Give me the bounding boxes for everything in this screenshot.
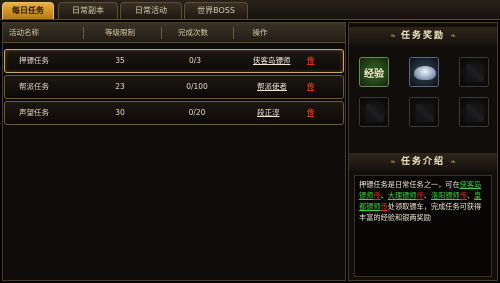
- npc-link[interactable]: 大理镖师: [388, 191, 417, 200]
- intro-header: ❧ 任务介绍 ❧: [349, 153, 497, 171]
- task-level: 30: [115, 108, 125, 117]
- reward-slot-silver[interactable]: [409, 57, 439, 87]
- task-level: 35: [115, 56, 125, 65]
- tab-daily-events[interactable]: 日常活动: [120, 2, 182, 19]
- npc-link[interactable]: 帮派使者: [257, 76, 287, 98]
- reward-title: 任务奖励: [400, 31, 445, 41]
- column-header-name: 活动名称: [9, 28, 39, 37]
- reward-slot-exp[interactable]: 经验: [359, 57, 389, 87]
- reward-slot-empty[interactable]: [459, 57, 489, 87]
- npc-link[interactable]: 段正淳: [257, 102, 280, 124]
- task-level: 23: [115, 82, 125, 91]
- separator: 、: [423, 191, 431, 200]
- silver-ingot-icon: [414, 66, 436, 80]
- teleport-link[interactable]: 传: [417, 191, 424, 200]
- teleport-link[interactable]: 传: [307, 50, 315, 72]
- teleport-link[interactable]: 传: [460, 191, 467, 200]
- teleport-link[interactable]: 传: [373, 191, 380, 200]
- task-count: 0/20: [188, 108, 206, 117]
- task-table-panel: 活动名称 等级限制 完成次数 操作 押镖任务 35 0/3 侠客岛镖师 传 帮派…: [2, 22, 346, 281]
- table-row[interactable]: 押镖任务 35 0/3 侠客岛镖师 传: [4, 49, 344, 73]
- reward-slot-empty[interactable]: [459, 97, 489, 127]
- tab-bar: 每日任务 日常副本 日常活动 世界BOSS: [0, 0, 500, 20]
- intro-text: 押镖任务是日常任务之一，可在侠客岛镖师传、大理镖师传、洛阳镖师传、皇都镖师传处领…: [354, 175, 492, 277]
- ornament-icon: ❧: [450, 32, 457, 40]
- ornament-icon: ❧: [389, 32, 396, 40]
- task-name: 帮派任务: [19, 82, 49, 91]
- reward-header: ❧ 任务奖励 ❧: [349, 27, 497, 45]
- table-header: 活动名称 等级限制 完成次数 操作: [3, 23, 345, 43]
- teleport-link[interactable]: 传: [307, 102, 315, 124]
- exp-icon: 经验: [364, 69, 384, 80]
- teleport-link[interactable]: 传: [307, 76, 315, 98]
- npc-link[interactable]: 侠客岛镖师: [253, 50, 291, 72]
- ornament-icon: ❧: [389, 158, 396, 166]
- separator: 、: [380, 191, 388, 200]
- tab-daily-dungeons[interactable]: 日常副本: [58, 2, 118, 19]
- column-header-action: 操作: [233, 23, 285, 43]
- task-count: 0/3: [188, 56, 202, 65]
- task-name: 声望任务: [19, 108, 49, 117]
- reward-slot-empty[interactable]: [409, 97, 439, 127]
- column-header-count: 完成次数: [161, 23, 223, 43]
- task-name: 押镖任务: [19, 56, 49, 65]
- tab-daily-tasks[interactable]: 每日任务: [2, 2, 54, 19]
- tab-world-boss[interactable]: 世界BOSS: [184, 2, 248, 19]
- ornament-icon: ❧: [450, 158, 457, 166]
- table-row[interactable]: 帮派任务 23 0/100 帮派使者 传: [4, 75, 344, 99]
- column-header-level: 等级限制: [83, 23, 155, 43]
- intro-title: 任务介绍: [400, 157, 445, 167]
- teleport-link[interactable]: 传: [381, 202, 388, 211]
- table-row[interactable]: 声望任务 30 0/20 段正淳 传: [4, 101, 344, 125]
- npc-link[interactable]: 洛阳镖师: [431, 191, 460, 200]
- intro-text-part: 押镖任务是日常任务之一，可在: [359, 180, 460, 189]
- reward-slots: 经验: [359, 57, 491, 143]
- task-info-panel: ❧ 任务奖励 ❧ 经验 ❧ 任务介绍 ❧ 押镖任务是日常任务之一，可在侠客岛镖师…: [348, 22, 498, 281]
- reward-slot-empty[interactable]: [359, 97, 389, 127]
- task-count: 0/100: [186, 82, 208, 91]
